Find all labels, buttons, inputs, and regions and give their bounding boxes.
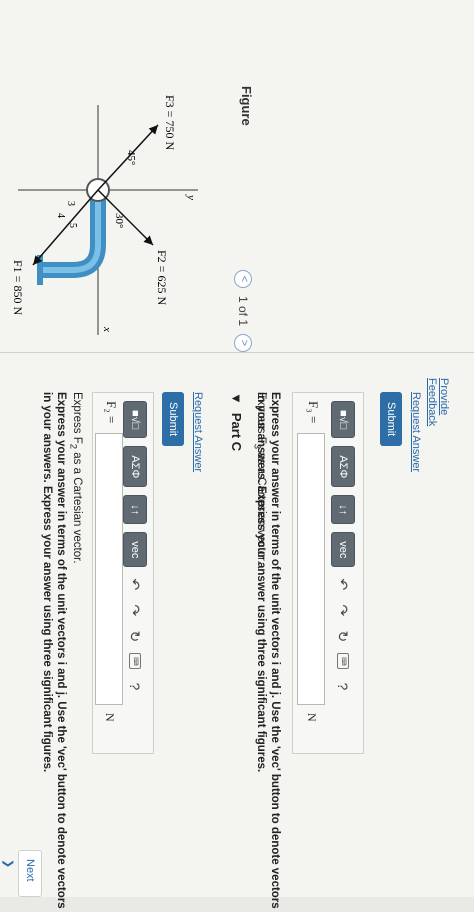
part-b-submit-button[interactable]: Submit [162,392,184,447]
figure-pane: Figure < 1 of 1 > x y F3 = 750 N F2 = 62… [0,0,474,426]
part-c-title: Part C [229,412,244,452]
undo-icon[interactable]: ↶ [127,575,144,593]
f2-answer-input[interactable] [95,433,123,705]
part-c-answer-box: ■√□ ΑΣΦ ↓↑ vec ↶ ↷ ↻ ⌨ ? F₃ = N [292,392,364,754]
vec-button[interactable]: vec [123,532,147,568]
figure-pager: < 1 of 1 > [234,270,252,352]
f3-label: F3 = 750 N [163,95,177,150]
templates-button[interactable]: ■√□ [123,401,147,439]
y-axis-label: y [185,194,197,200]
part-c-directions: Express your answer in terms of the unit… [255,392,281,909]
help-icon[interactable]: ? [335,677,351,695]
keyboard-icon[interactable]: ⌨ [129,653,141,670]
angle-30-label: 30° [113,213,125,228]
next-button[interactable]: Next ❯ [2,850,42,897]
part-b-request-answer-link[interactable]: Request Answer [192,392,204,472]
help-icon[interactable]: ? [127,677,143,695]
f3-answer-input[interactable] [297,433,325,705]
redo-icon[interactable]: ↷ [127,601,144,619]
part-c-header[interactable]: ▼ Part C [229,392,244,451]
part-c-toolbar: ■√□ ΑΣΦ ↓↑ vec ↶ ↷ ↻ ⌨ ? [331,401,355,695]
undo-icon[interactable]: ↶ [335,575,352,593]
greek-button[interactable]: ΑΣΦ [331,446,355,488]
answer-pane: Express F2 as a Cartesian vector. Expres… [0,352,474,909]
figure-count: 1 of 1 [236,295,250,327]
part-b-instruction: Express F2 as a Cartesian vector. [67,392,83,564]
slope-5-label: 5 [67,223,78,228]
f2-arrow [97,189,154,246]
part-c-submit-button[interactable]: Submit [380,392,402,447]
f3-variable-label: F₃ = [306,401,321,424]
part-b-directions: Express your answer in terms of the unit… [41,392,67,909]
f2-label: F2 = 625 N [155,250,169,305]
greek-button[interactable]: ΑΣΦ [123,446,147,488]
slope-4-label: 4 [55,213,66,218]
collapse-triangle-icon: ▼ [229,392,244,405]
arrows-button[interactable]: ↓↑ [123,495,147,525]
part-c-request-answer-link[interactable]: Request Answer [410,392,422,472]
f1-label: F1 = 850 N [11,260,25,315]
reset-icon[interactable]: ↻ [335,627,352,645]
slope-3-label: 3 [65,201,76,206]
figure-title: Figure [239,86,254,126]
vec-button[interactable]: vec [331,532,355,568]
reset-icon[interactable]: ↻ [127,627,144,645]
templates-button[interactable]: ■√□ [331,401,355,439]
redo-icon[interactable]: ↷ [335,601,352,619]
part-b-answer-box: ■√□ ΑΣΦ ↓↑ vec ↶ ↷ ↻ ⌨ ? F₂ = N [92,392,154,754]
x-axis-label: x [101,326,113,332]
f3-unit: N [305,713,319,722]
prev-figure-button[interactable]: < [234,270,252,288]
rotated-page: Figure < 1 of 1 > x y F3 = 750 N F2 = 62… [0,0,474,909]
f2-unit: N [103,713,117,722]
arrows-button[interactable]: ↓↑ [331,495,355,525]
keyboard-icon[interactable]: ⌨ [337,653,349,670]
f2-variable-label: F₂ = [104,401,119,424]
angle-45-label: 45° [125,150,137,165]
part-b-toolbar: ■√□ ΑΣΦ ↓↑ vec ↶ ↷ ↻ ⌨ ? [123,401,147,695]
next-figure-button[interactable]: > [234,334,252,352]
force-diagram: x y F3 = 750 N F2 = 625 N F1 = 850 N 45°… [11,95,198,335]
